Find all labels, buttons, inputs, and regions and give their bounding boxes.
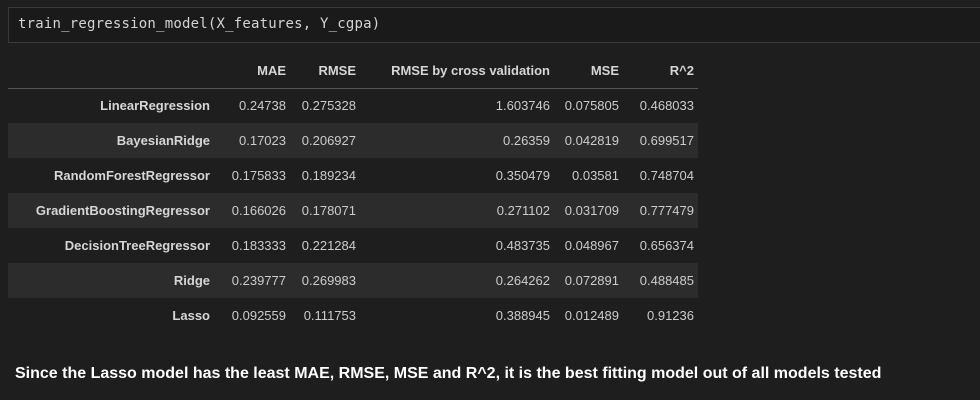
- header-mae: MAE: [214, 53, 290, 89]
- cell-rmse-cv: 0.350479: [495, 168, 550, 183]
- row-model-name: GradientBoostingRegressor: [35, 203, 210, 218]
- row-model-name: DecisionTreeRegressor: [64, 238, 210, 253]
- cell-rmse: 0.206927: [301, 133, 356, 148]
- notebook-output-area: train_regression_model(X_features, Y_cgp…: [0, 0, 980, 400]
- cell-mae: 0.239777: [231, 273, 286, 288]
- cell-mse: 0.042819: [564, 133, 619, 148]
- table-row: RandomForestRegressor 0.175833 0.189234 …: [8, 158, 698, 193]
- cell-rmse: 0.178071: [301, 203, 356, 218]
- table-row: Ridge 0.239777 0.269983 0.264262 0.07289…: [8, 263, 698, 298]
- cell-r2: 0.777479: [639, 203, 694, 218]
- cell-mse: 0.031709: [564, 203, 619, 218]
- cell-mae: 0.183333: [231, 238, 286, 253]
- cell-mse: 0.072891: [564, 273, 619, 288]
- row-model-name: Lasso: [172, 308, 210, 323]
- summary-markdown-text: Since the Lasso model has the least MAE,…: [15, 365, 882, 382]
- row-model-name: BayesianRidge: [116, 133, 210, 148]
- cell-r2: 0.91236: [647, 308, 694, 323]
- row-model-name: RandomForestRegressor: [53, 168, 210, 183]
- table-row: BayesianRidge 0.17023 0.206927 0.26359 0…: [8, 123, 698, 158]
- cell-rmse: 0.189234: [301, 168, 356, 183]
- code-cell-source[interactable]: train_regression_model(X_features, Y_cgp…: [18, 16, 380, 32]
- cell-mae: 0.092559: [231, 308, 286, 323]
- cell-rmse: 0.221284: [301, 238, 356, 253]
- table-row: LinearRegression 0.24738 0.275328 1.6037…: [8, 88, 698, 123]
- header-mse: MSE: [554, 53, 623, 89]
- results-table: MAE RMSE RMSE by cross validation MSE R^…: [8, 53, 698, 333]
- cell-r2: 0.488485: [639, 273, 694, 288]
- header-index: [8, 53, 214, 89]
- cell-mae: 0.17023: [239, 133, 286, 148]
- table-row: Lasso 0.092559 0.111753 0.388945 0.01248…: [8, 298, 698, 333]
- cell-mse: 0.03581: [572, 168, 619, 183]
- code-cell[interactable]: train_regression_model(X_features, Y_cgp…: [8, 7, 980, 43]
- cell-rmse-cv: 0.26359: [503, 133, 550, 148]
- table-header-row: MAE RMSE RMSE by cross validation MSE R^…: [8, 53, 698, 89]
- cell-rmse-cv: 0.271102: [496, 203, 550, 218]
- cell-mae: 0.24738: [239, 98, 286, 114]
- cell-mse: 0.075805: [564, 98, 619, 114]
- cell-rmse: 0.111753: [303, 308, 356, 323]
- cell-r2: 0.656374: [639, 238, 694, 253]
- cell-r2: 0.748704: [639, 168, 694, 183]
- cell-rmse-cv: 0.264262: [495, 273, 550, 288]
- table-row: GradientBoostingRegressor 0.166026 0.178…: [8, 193, 698, 228]
- row-model-name: Ridge: [173, 273, 210, 288]
- cell-mse: 0.048967: [564, 238, 619, 253]
- cell-mae: 0.175833: [231, 168, 286, 183]
- row-model-name: LinearRegression: [100, 98, 210, 114]
- cell-mae: 0.166026: [231, 203, 286, 218]
- cell-rmse-cv: 1.603746: [495, 98, 550, 114]
- table-row: DecisionTreeRegressor 0.183333 0.221284 …: [8, 228, 698, 263]
- header-rmse: RMSE: [290, 53, 360, 89]
- cell-rmse-cv: 0.388945: [495, 308, 550, 323]
- cell-r2: 0.699517: [639, 133, 694, 148]
- cell-rmse-cv: 0.483735: [495, 238, 550, 253]
- header-rmse-cv: RMSE by cross validation: [360, 53, 554, 89]
- header-r2: R^2: [623, 53, 698, 89]
- cell-r2: 0.468033: [639, 98, 694, 114]
- cell-rmse: 0.269983: [301, 273, 356, 288]
- cell-rmse: 0.275328: [301, 98, 356, 114]
- cell-mse: 0.012489: [564, 308, 619, 323]
